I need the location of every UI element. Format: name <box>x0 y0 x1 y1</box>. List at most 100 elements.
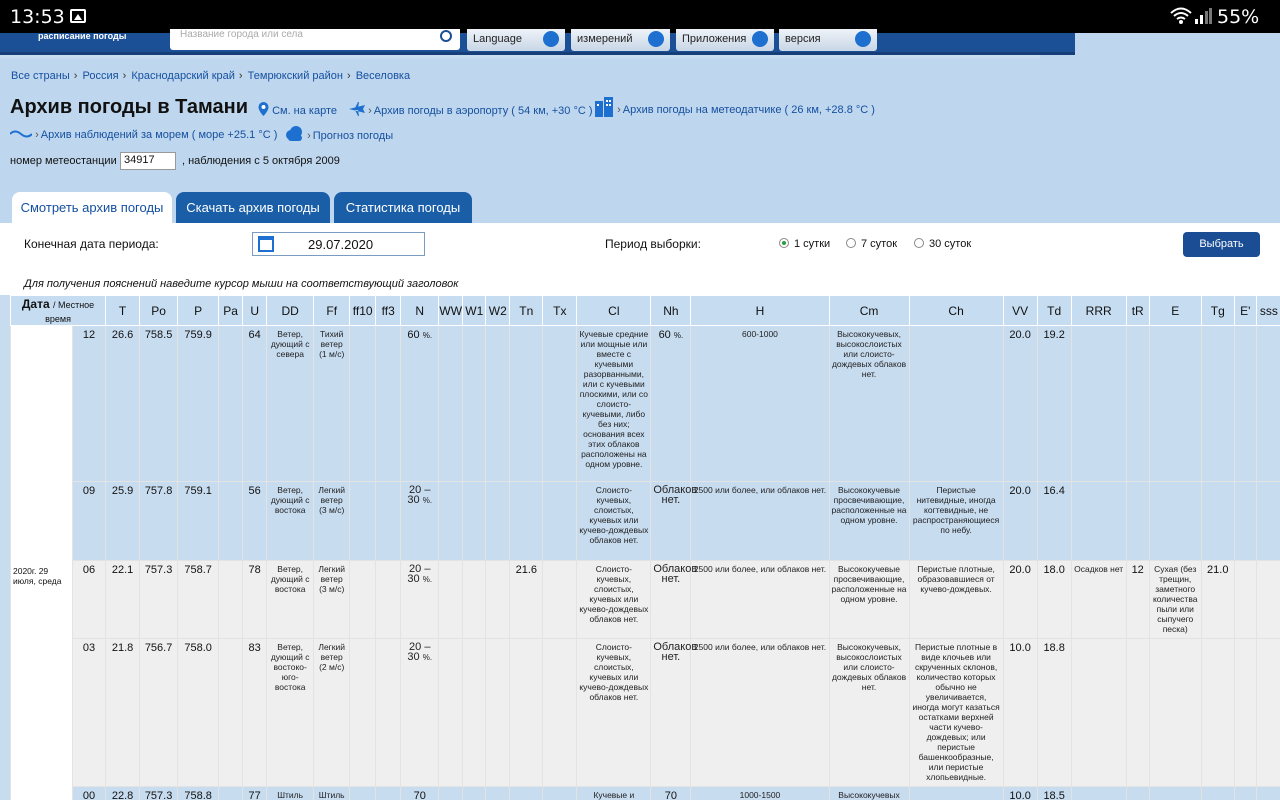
col-header[interactable]: E' <box>1233 295 1257 326</box>
tab-view-archive[interactable]: Смотреть архив погоды <box>12 192 172 223</box>
time-cell: 03 <box>72 638 107 787</box>
period-radio-30[interactable]: 30 суток <box>914 238 971 250</box>
col-header[interactable]: Cl <box>576 295 652 326</box>
cell-p: 759.1 <box>177 481 220 561</box>
search-input[interactable]: Название города или села <box>170 29 460 50</box>
cell-n: 60 %. <box>400 325 440 482</box>
col-header[interactable]: tR <box>1125 295 1150 326</box>
station-number-field[interactable]: 34917 <box>120 152 176 170</box>
signal-icon <box>1195 8 1212 24</box>
local-time-header: / Местное время <box>45 299 95 324</box>
cell-unit: %. <box>422 653 433 662</box>
cell-tg <box>1200 481 1235 561</box>
col-header[interactable]: N <box>400 295 440 326</box>
cell-cm: Высококучевых, высокослоистых или слоист… <box>828 638 910 787</box>
col-header-date[interactable]: Дата / Местное время <box>10 295 107 326</box>
col-header[interactable]: H <box>690 295 830 326</box>
cell-cm: Высококучевые просвечивающие, расположен… <box>828 481 910 561</box>
cell-p: 758.7 <box>177 560 220 639</box>
cell-p: 759.9 <box>177 325 220 482</box>
breadcrumb-item[interactable]: Веселовка <box>356 70 410 82</box>
period-radio-7[interactable]: 7 суток <box>846 238 897 250</box>
table-row: 00 22.8 757.3 758.8 77 Штиль Штиль 70 Кучевые и… <box>11 786 1280 800</box>
col-header[interactable]: P <box>177 295 220 326</box>
cell-po: 757.3 <box>139 560 179 639</box>
cell-e2 <box>1233 560 1257 639</box>
cell-tn <box>509 786 544 800</box>
col-header[interactable]: W2 <box>485 295 511 326</box>
gear-icon <box>648 31 664 47</box>
col-header[interactable]: Cm <box>828 295 910 326</box>
apps-button[interactable]: Приложения <box>676 29 774 51</box>
col-header[interactable]: ff3 <box>375 295 402 326</box>
cell-vv: 20.0 <box>1002 560 1038 639</box>
col-header[interactable]: Pa <box>218 295 244 326</box>
col-header[interactable]: E <box>1148 295 1202 326</box>
col-header[interactable]: Tx <box>542 295 578 326</box>
cloud-icon <box>286 126 302 141</box>
cell-td: 18.5 <box>1036 786 1072 800</box>
version-button[interactable]: версия <box>779 29 877 51</box>
cell-ww <box>438 638 464 787</box>
period-radio-1[interactable]: 1 сутки <box>779 238 830 250</box>
cell-cm: Высококучевых <box>828 786 910 800</box>
cell-n: 20 – 30 %. <box>400 481 440 561</box>
col-header[interactable]: WW <box>438 295 464 326</box>
cell-u: 83 <box>242 638 268 787</box>
time-cell: 12 <box>72 325 107 482</box>
breadcrumb-item[interactable]: Краснодарский край <box>131 70 235 82</box>
breadcrumb-item[interactable]: Россия <box>83 70 119 82</box>
hint-text: Для получения пояснений наведите курсор … <box>24 278 459 290</box>
cell-cl: Кучевые и <box>576 786 652 800</box>
sensor-link[interactable]: › Архив погоды на метеодатчике ( 26 км, +… <box>594 97 875 117</box>
airport-link[interactable]: › Архив погоды в аэропорту ( 54 км, +30 °… <box>349 102 593 117</box>
language-button[interactable]: Language <box>467 29 565 51</box>
map-link[interactable]: См. на карте <box>258 102 337 117</box>
cell-unit: %. <box>673 331 684 340</box>
date-cell: 2020г. 29 июля, среда <box>10 325 74 800</box>
sea-link[interactable]: › Архив наблюдений за морем ( море +25.1 … <box>9 129 277 141</box>
breadcrumb-item[interactable]: Все страны <box>11 70 70 82</box>
cell-sss <box>1255 325 1280 482</box>
battery-level: 55% <box>1217 6 1260 28</box>
time-cell: 00 <box>72 786 107 800</box>
units-label: измерений <box>577 33 633 45</box>
cell-nh: 70 <box>650 786 692 800</box>
cell-ch <box>908 786 1004 800</box>
col-header[interactable]: Ch <box>908 295 1004 326</box>
col-header[interactable]: Tg <box>1200 295 1235 326</box>
units-button[interactable]: измерений <box>571 29 670 51</box>
cell-e <box>1148 325 1202 482</box>
col-header[interactable]: Nh <box>650 295 692 326</box>
forecast-link[interactable]: › Прогноз погоды <box>284 126 393 142</box>
site-logo[interactable]: расписание погоды <box>38 31 126 41</box>
search-icon[interactable] <box>440 30 452 42</box>
col-header[interactable]: VV <box>1002 295 1038 326</box>
col-header[interactable]: Ff <box>313 295 351 326</box>
cell-w1 <box>462 325 487 482</box>
col-header[interactable]: DD <box>266 295 315 326</box>
col-header[interactable]: RRR <box>1070 295 1127 326</box>
tab-statistics[interactable]: Статистика погоды <box>334 192 472 223</box>
cell-sss <box>1255 638 1280 787</box>
cell-ww <box>438 325 464 482</box>
cell-h: 600-1000 <box>690 325 830 482</box>
col-header[interactable]: sss <box>1255 295 1280 326</box>
col-header[interactable]: U <box>242 295 268 326</box>
cell-nh: 60 %. <box>650 325 692 482</box>
select-button[interactable]: Выбрать <box>1183 232 1260 257</box>
col-header[interactable]: Td <box>1036 295 1072 326</box>
tab-download-archive[interactable]: Скачать архив погоды <box>176 192 330 223</box>
cell-u: 56 <box>242 481 268 561</box>
col-header[interactable]: T <box>105 295 141 326</box>
language-label: Language <box>473 33 522 45</box>
calendar-icon[interactable] <box>258 236 274 252</box>
col-header[interactable]: W1 <box>462 295 487 326</box>
col-header[interactable]: Po <box>139 295 179 326</box>
col-header[interactable]: ff10 <box>349 295 377 326</box>
cell-ff: Штиль <box>313 786 351 800</box>
cell-tr <box>1125 638 1150 787</box>
breadcrumb-item[interactable]: Темрюкский район <box>248 70 343 82</box>
end-date-input[interactable]: 29.07.2020 <box>252 232 425 256</box>
col-header[interactable]: Tn <box>509 295 544 326</box>
